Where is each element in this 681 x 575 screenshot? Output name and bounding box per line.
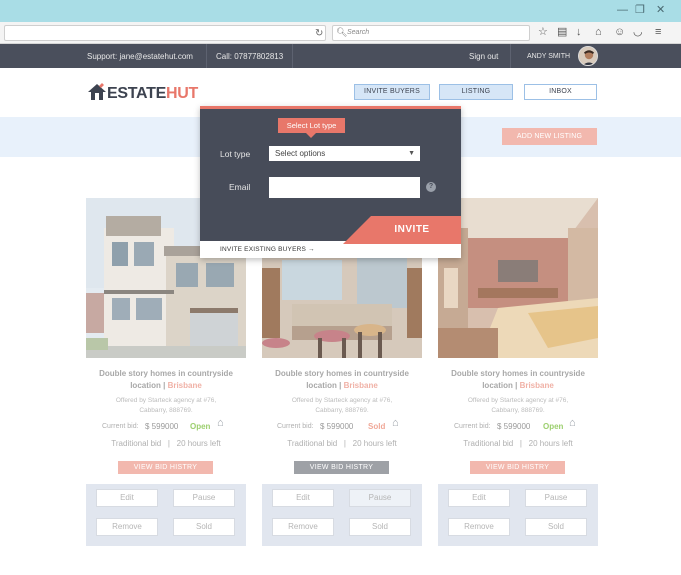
bid-type-time: Traditional bid | 20 hours left xyxy=(111,439,221,448)
call-number[interactable]: Call: 07877802813 xyxy=(216,52,283,61)
divider xyxy=(510,44,511,68)
card-actions: Edit Pause Remove Sold xyxy=(262,484,422,546)
email-field[interactable] xyxy=(269,177,420,198)
download-icon[interactable]: ↓ xyxy=(576,26,582,38)
view-bid-history-button[interactable]: VIEW BID HISTRY xyxy=(470,461,565,474)
edit-button[interactable]: Edit xyxy=(272,489,334,507)
lot-type-tooltip: Select Lot type xyxy=(278,118,345,138)
sold-button[interactable]: Sold xyxy=(525,518,587,536)
user-name[interactable]: ANDY SMITH xyxy=(527,53,570,60)
emoji-icon[interactable]: ☺ xyxy=(614,26,625,38)
lot-type-value: Select options xyxy=(275,149,326,158)
sign-out-link[interactable]: Sign out xyxy=(469,52,498,61)
listing-title[interactable]: Double story homes in countryside locatio… xyxy=(262,368,422,392)
hamburger-menu-icon[interactable]: ≡ xyxy=(655,26,661,38)
view-bid-history-button[interactable]: VIEW BID HISTRY xyxy=(118,461,213,474)
card-actions: Edit Pause Remove Sold xyxy=(438,484,598,546)
status-badge: Open xyxy=(190,422,211,431)
bookmark-star-icon[interactable]: ☆ xyxy=(538,26,548,38)
home-icon: ⌂ xyxy=(392,417,399,429)
listing-button[interactable]: LISTING xyxy=(439,84,513,100)
chevron-down-icon: ▼ xyxy=(408,150,415,157)
invite-buyers-button[interactable]: INVITE BUYERS xyxy=(354,84,430,100)
divider xyxy=(206,44,207,68)
sold-button[interactable]: Sold xyxy=(173,518,235,536)
browser-search-input[interactable]: 🔍︎ Search xyxy=(332,25,530,41)
home-icon: ⌂ xyxy=(217,417,224,429)
maximize-icon[interactable]: ❐ xyxy=(635,4,645,16)
site-topbar: Support: jane@estatehut.com Call: 078778… xyxy=(0,44,681,68)
listing-offer: Offered by Starteck agency at #76, Cabbar… xyxy=(115,397,217,414)
clipboard-icon[interactable]: ▤ xyxy=(557,26,567,38)
popover-panel: Select Lot type Lot type Select options … xyxy=(200,106,461,244)
bid-type-time: Traditional bid | 20 hours left xyxy=(287,439,397,448)
avatar[interactable] xyxy=(578,46,598,66)
listing-title[interactable]: Double story homes in countryside locatio… xyxy=(86,368,246,392)
remove-button[interactable]: Remove xyxy=(448,518,510,536)
remove-button[interactable]: Remove xyxy=(96,518,158,536)
minimize-icon[interactable]: — xyxy=(617,4,628,16)
help-icon[interactable]: ? xyxy=(426,182,436,192)
house-logo-icon xyxy=(88,83,106,100)
bid-type-time: Traditional bid | 20 hours left xyxy=(463,439,573,448)
pause-button[interactable]: Pause xyxy=(525,489,587,507)
listing-photo[interactable] xyxy=(438,198,598,358)
reload-icon[interactable]: ↻ xyxy=(315,28,323,39)
search-placeholder: Search xyxy=(347,29,370,36)
edit-button[interactable]: Edit xyxy=(448,489,510,507)
browser-toolbar: ↻ 🔍︎ Search ☆ ▤ ↓ ⌂ ☺ ◡ ≡ xyxy=(0,22,681,44)
invite-buyers-popover: Select Lot type Lot type Select options … xyxy=(200,106,461,258)
sold-button[interactable]: Sold xyxy=(349,518,411,536)
close-window-icon[interactable]: ✕ xyxy=(656,4,665,16)
address-bar[interactable]: ↻ xyxy=(4,25,326,41)
lot-type-select[interactable]: Select options ▼ xyxy=(269,146,420,161)
listing-offer: Offered by Starteck agency at #76, Cabbar… xyxy=(467,397,569,414)
invite-button[interactable]: INVITE xyxy=(343,216,461,244)
card-actions: Edit Pause Remove Sold xyxy=(86,484,246,546)
status-badge: Open xyxy=(543,422,564,431)
search-icon: 🔍︎ xyxy=(336,27,348,37)
listing-offer: Offered by Starteck agency at #76, Cabbar… xyxy=(291,397,393,414)
invite-existing-buyers-link[interactable]: INVITE EXISTING BUYERS → xyxy=(220,246,315,253)
listing-title[interactable]: Double story homes in countryside locatio… xyxy=(438,368,598,392)
pause-button[interactable]: Pause xyxy=(173,489,235,507)
status-badge: Sold xyxy=(368,422,386,431)
lot-type-label: Lot type xyxy=(220,149,251,159)
browser-titlebar: — ❐ ✕ xyxy=(0,0,681,22)
divider xyxy=(292,44,293,68)
pocket-icon[interactable]: ◡ xyxy=(633,26,643,38)
home-icon[interactable]: ⌂ xyxy=(595,26,602,38)
remove-button[interactable]: Remove xyxy=(272,518,334,536)
email-label: Email xyxy=(229,182,251,192)
pause-button[interactable]: Pause xyxy=(349,489,411,507)
view-bid-history-button[interactable]: VIEW BID HISTRY xyxy=(294,461,389,474)
add-new-listing-button[interactable]: ADD NEW LISTING xyxy=(502,128,597,145)
support-email[interactable]: Support: jane@estatehut.com xyxy=(87,52,193,61)
listing-card: Double story homes in countryside locatio… xyxy=(438,198,598,546)
home-icon: ⌂ xyxy=(569,417,576,429)
logo-text: ESTATEHUT xyxy=(107,85,198,102)
inbox-button[interactable]: INBOX xyxy=(524,84,597,100)
edit-button[interactable]: Edit xyxy=(96,489,158,507)
